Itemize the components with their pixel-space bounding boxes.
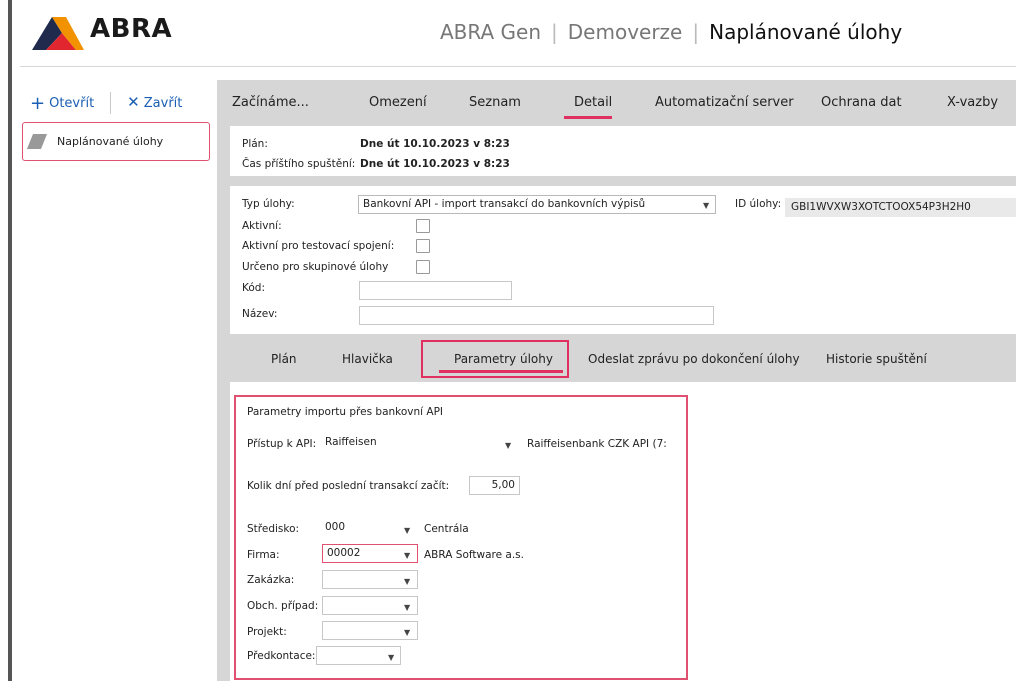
api-access-value: Raiffeisen: [325, 436, 377, 448]
api-access-description: Raiffeisenbank CZK API (7:: [527, 438, 667, 450]
task-subtabs: Plán Hlavička Parametry úlohy Odeslat zp…: [230, 334, 1016, 382]
header-divider: [20, 66, 1016, 67]
sidebar-item-scheduled-tasks[interactable]: Naplánované úlohy: [22, 122, 210, 161]
action-separator: [110, 92, 112, 114]
tab-restrictions[interactable]: Omezení: [369, 95, 427, 110]
subtab-plan[interactable]: Plán: [271, 352, 297, 366]
chevron-down-icon: ▼: [703, 201, 710, 210]
subtab-send-message[interactable]: Odeslat zprávu po dokončení úlohy: [588, 352, 800, 366]
code-label: Kód:: [242, 282, 265, 294]
abra-logo-icon: [32, 17, 84, 50]
params-section-title: Parametry importu přes bankovní API: [247, 406, 444, 418]
chevron-down-icon: ▼: [388, 653, 395, 662]
active-checkbox[interactable]: [416, 219, 430, 233]
days-before-label: Kolik dní před poslední transakcí začít:: [247, 480, 450, 492]
title-separator: |: [551, 20, 558, 44]
active-tab-underline: [564, 116, 612, 119]
chevron-down-icon: ▼: [404, 526, 411, 535]
tab-x-links[interactable]: X-vazby: [947, 95, 998, 110]
subtab-header[interactable]: Hlavička: [342, 352, 393, 366]
open-button[interactable]: + Otevřít: [30, 92, 95, 114]
group-task-checkbox[interactable]: [416, 260, 430, 274]
center-description: Centrála: [424, 523, 469, 535]
title-separator: |: [692, 20, 700, 44]
sidebar-actions: + Otevřít ✕ Zavřít: [30, 92, 182, 114]
api-access-select[interactable]: Raiffeisen: [322, 434, 520, 453]
active-label: Aktivní:: [242, 220, 282, 232]
plan-label: Plán:: [242, 138, 268, 150]
business-case-label: Obch. případ:: [247, 600, 319, 612]
center-value: 000: [325, 521, 346, 533]
task-type-label: Typ úlohy:: [242, 198, 295, 210]
active-subtab-underline: [439, 370, 563, 373]
api-access-label: Přístup k API:: [247, 438, 317, 450]
close-icon: ✕: [127, 92, 140, 111]
chevron-down-icon: ▼: [404, 551, 411, 560]
close-label: Zavřít: [143, 95, 183, 111]
company-label: Firma:: [247, 549, 280, 561]
app-name: ABRA Gen: [440, 20, 542, 44]
import-params-box: Parametry importu přes bankovní API Přís…: [234, 395, 688, 680]
name-label: Název:: [242, 308, 278, 320]
task-id-field: GBI1WVXW3XOTCTOOX54P3H2H0: [785, 198, 1016, 217]
plan-panel: Plán: Dne út 10.10.2023 v 8:23 Čas příšt…: [230, 126, 1016, 176]
active-test-checkbox[interactable]: [416, 239, 430, 253]
tab-list[interactable]: Seznam: [469, 95, 521, 110]
code-input[interactable]: [359, 281, 512, 300]
project-label: Projekt:: [247, 626, 287, 638]
next-run-label: Čas příštího spuštění:: [242, 158, 356, 170]
close-button[interactable]: ✕ Zavřít: [127, 92, 183, 111]
task-type-select[interactable]: Bankovní API - import transakcí do banko…: [358, 195, 716, 214]
tab-getting-started[interactable]: Začínáme...: [232, 95, 309, 110]
chevron-down-icon: ▼: [404, 577, 411, 586]
plus-icon: +: [30, 92, 46, 114]
tab-automation-server[interactable]: Automatizační server: [655, 95, 794, 110]
open-label: Otevřít: [49, 95, 95, 111]
plan-value: Dne út 10.10.2023 v 8:23: [360, 138, 510, 150]
pre-posting-label: Předkontace:: [247, 650, 316, 662]
chevron-down-icon: ▼: [505, 441, 512, 450]
chevron-down-icon: ▼: [404, 628, 411, 637]
order-label: Zakázka:: [247, 574, 295, 586]
task-id-label: ID úlohy:: [735, 198, 782, 210]
edition-name: Demoverze: [567, 20, 683, 44]
subtab-run-history[interactable]: Historie spuštění: [826, 352, 927, 366]
active-test-label: Aktivní pro testovací spojení:: [242, 240, 395, 252]
days-before-input[interactable]: 5,00: [469, 476, 520, 495]
tab-detail[interactable]: Detail: [574, 95, 612, 110]
task-type-value: Bankovní API - import transakcí do banko…: [363, 198, 646, 210]
chevron-down-icon: ▼: [404, 603, 411, 612]
page-title: Naplánované úlohy: [709, 20, 903, 44]
next-run-value: Dne út 10.10.2023 v 8:23: [360, 158, 510, 170]
company-value: 00002: [327, 547, 361, 559]
tab-data-protection[interactable]: Ochrana dat: [821, 95, 902, 110]
page-icon: [26, 134, 48, 149]
name-input[interactable]: [359, 306, 714, 325]
header-title: ABRA Gen | Demoverze | Naplánované úlohy: [440, 20, 902, 44]
top-nav: Začínáme... Omezení Seznam Detail Automa…: [217, 80, 1016, 126]
sidebar-item-label: Naplánované úlohy: [57, 135, 164, 148]
center-label: Středisko:: [247, 523, 300, 535]
company-description: ABRA Software a.s.: [424, 549, 524, 561]
window-edge: [8, 0, 12, 681]
group-task-label: Určeno pro skupinové úlohy: [242, 261, 389, 273]
logo-text: ABRA: [90, 14, 173, 44]
